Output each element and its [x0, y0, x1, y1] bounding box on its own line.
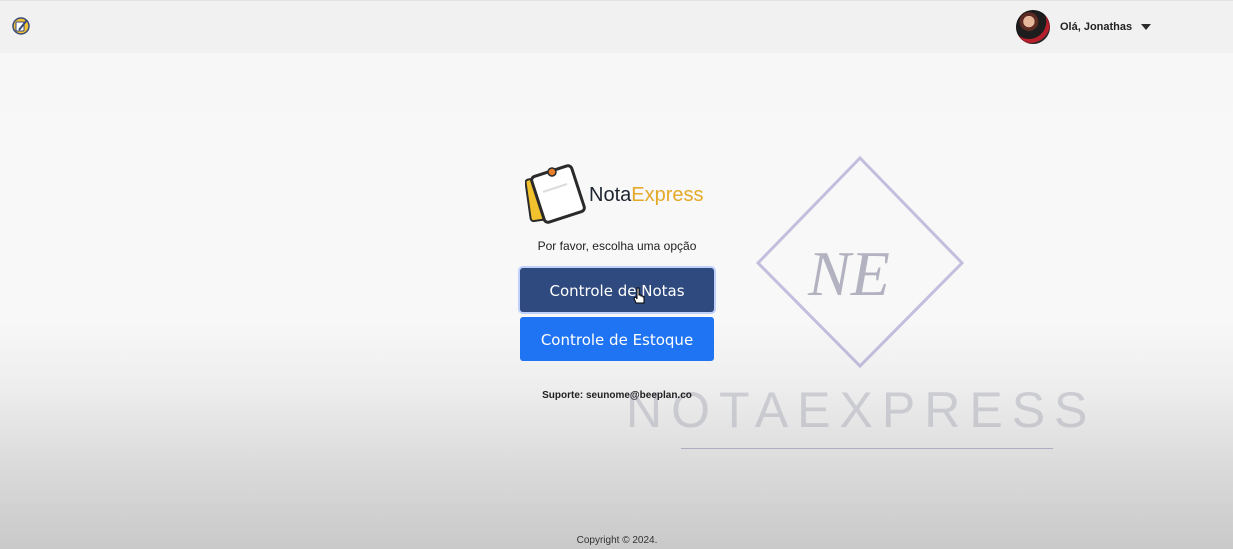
- brand-name-first: Nota: [589, 184, 632, 206]
- notepad-pencil-icon[interactable]: [11, 16, 31, 36]
- brand-logo: NotaExpress: [525, 164, 715, 228]
- controle-de-estoque-button[interactable]: Controle de Estoque: [520, 317, 714, 361]
- choose-option-prompt: Por favor, escolha uma opção: [537, 239, 697, 253]
- watermark-initials: NE: [807, 238, 890, 309]
- user-menu[interactable]: Olá, Jonathas: [1016, 9, 1152, 45]
- user-greeting[interactable]: Olá, Jonathas: [1060, 21, 1132, 33]
- support-contact: Suporte: seunome@beeplan.co: [542, 390, 692, 401]
- controle-de-notas-button[interactable]: Controle de Notas: [520, 268, 714, 312]
- copyright-text: Copyright © 2024.: [576, 535, 658, 546]
- top-navbar: Olá, Jonathas: [0, 0, 1233, 53]
- watermark-underline: [681, 448, 1053, 449]
- brand-name-second: Express: [631, 184, 704, 206]
- sticky-note-icon: [525, 164, 586, 224]
- avatar[interactable]: [1016, 10, 1050, 44]
- caret-down-icon[interactable]: [1141, 24, 1152, 30]
